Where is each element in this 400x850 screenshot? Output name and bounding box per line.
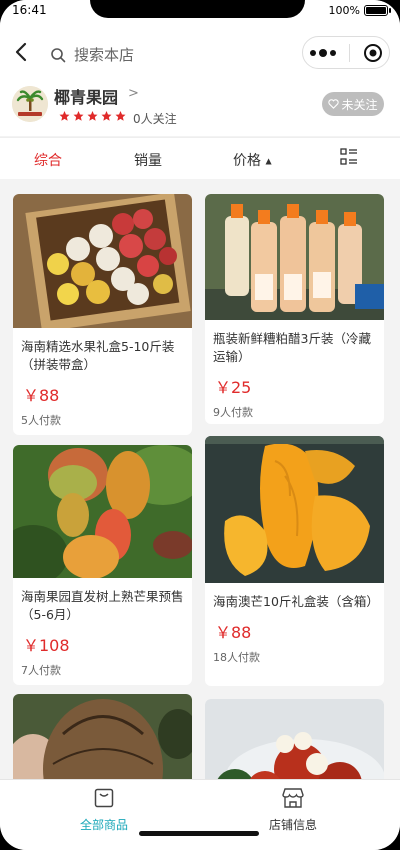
star-icon xyxy=(59,111,70,121)
product-title: 海南澳芒10斤礼盒装（含箱） xyxy=(213,594,379,609)
back-arrow-icon[interactable] xyxy=(10,40,34,64)
paid-count: 7人付款 xyxy=(21,664,61,677)
store-icon xyxy=(282,788,304,808)
battery-percent: 100% xyxy=(328,4,360,17)
product-card[interactable] xyxy=(13,694,192,779)
product-price: ￥108 xyxy=(23,636,70,655)
shop-name: 椰青果园 xyxy=(54,88,119,107)
product-grid: 海南精选水果礼盒5-10斤装（拼装带盒） ￥88 5人付款 瓶装新鲜糟粕醋3斤装… xyxy=(0,179,400,779)
more-options-icon[interactable] xyxy=(309,48,337,58)
search-icon xyxy=(51,47,66,62)
mini-program-capsule xyxy=(302,36,390,69)
product-card[interactable]: 海南精选水果礼盒5-10斤装（拼装带盒） ￥88 5人付款 xyxy=(13,194,192,435)
star-icon xyxy=(87,111,98,121)
battery-icon xyxy=(364,5,391,16)
rating-stars xyxy=(58,110,127,122)
nav-label: 全部商品 xyxy=(79,818,128,832)
layout-switch-icon[interactable] xyxy=(340,148,358,166)
followers-count: 0人关注 xyxy=(133,112,177,126)
close-miniprogram-icon[interactable] xyxy=(363,43,383,63)
product-card[interactable]: 瓶装新鲜糟粕醋3斤装（冷藏运输） ￥25 9人付款 xyxy=(205,194,384,424)
follow-button[interactable]: 未关注 xyxy=(322,92,384,116)
star-icon xyxy=(115,111,126,121)
nav-label: 店铺信息 xyxy=(268,818,317,832)
rambutan-image xyxy=(205,699,384,779)
star-icon xyxy=(73,111,84,121)
shop-logo xyxy=(12,86,48,122)
home-indicator xyxy=(139,831,259,836)
peeled-mango-image xyxy=(205,436,384,583)
tab-comprehensive[interactable]: 综合 xyxy=(34,150,62,170)
bottom-nav: 全部商品 店铺信息 xyxy=(0,779,400,850)
shop-info-row[interactable]: 椰青果园 > 0人关注 未关注 xyxy=(12,84,388,130)
phone-screen: 16:41 100% 搜索本店 椰青果园 > 0人关注 未关注 综合 销量 价格… xyxy=(0,0,400,850)
chevron-right-icon: > xyxy=(128,86,139,101)
nav-store-info[interactable]: 店铺信息 xyxy=(243,786,343,833)
fruit-box-image xyxy=(13,194,192,328)
status-bar: 16:41 100% xyxy=(0,0,400,24)
paid-count: 9人付款 xyxy=(213,406,253,419)
product-price: ￥25 xyxy=(215,378,252,397)
product-card[interactable]: 海南澳芒10斤礼盒装（含箱） ￥88 18人付款 xyxy=(205,436,384,686)
notch xyxy=(90,0,305,18)
tab-price[interactable]: 价格 ▲︎ xyxy=(233,150,272,170)
nav-all-products[interactable]: 全部商品 xyxy=(54,786,154,833)
tab-price-label: 价格 xyxy=(233,153,261,169)
heart-icon xyxy=(328,99,340,109)
mango-tree-image xyxy=(13,445,192,578)
sort-tabs: 综合 销量 价格 ▲︎ xyxy=(0,137,400,179)
header: 搜索本店 椰青果园 > 0人关注 未关注 xyxy=(0,24,400,136)
sort-arrows-icon: ▲︎ xyxy=(265,156,272,166)
follow-label: 未关注 xyxy=(341,97,378,112)
product-price: ￥88 xyxy=(23,386,60,405)
search-bar[interactable]: 搜索本店 xyxy=(50,44,134,65)
star-icon xyxy=(101,111,112,121)
coconut-image xyxy=(13,694,192,779)
tab-sales[interactable]: 销量 xyxy=(134,150,162,170)
vinegar-bottles-image xyxy=(205,194,384,320)
product-price: ￥88 xyxy=(215,623,252,642)
product-title: 海南果园直发树上熟芒果预售（5-6月） xyxy=(21,589,184,622)
bag-icon xyxy=(94,788,114,808)
paid-count: 18人付款 xyxy=(213,651,260,664)
paid-count: 5人付款 xyxy=(21,414,61,427)
status-time: 16:41 xyxy=(12,3,47,17)
product-card[interactable]: 海南果园直发树上熟芒果预售（5-6月） ￥108 7人付款 xyxy=(13,445,192,685)
search-placeholder: 搜索本店 xyxy=(74,46,135,64)
product-title: 瓶装新鲜糟粕醋3斤装（冷藏运输） xyxy=(213,331,371,364)
capsule-divider xyxy=(349,43,351,62)
product-title: 海南精选水果礼盒5-10斤装（拼装带盒） xyxy=(21,339,175,372)
product-card[interactable] xyxy=(205,699,384,779)
